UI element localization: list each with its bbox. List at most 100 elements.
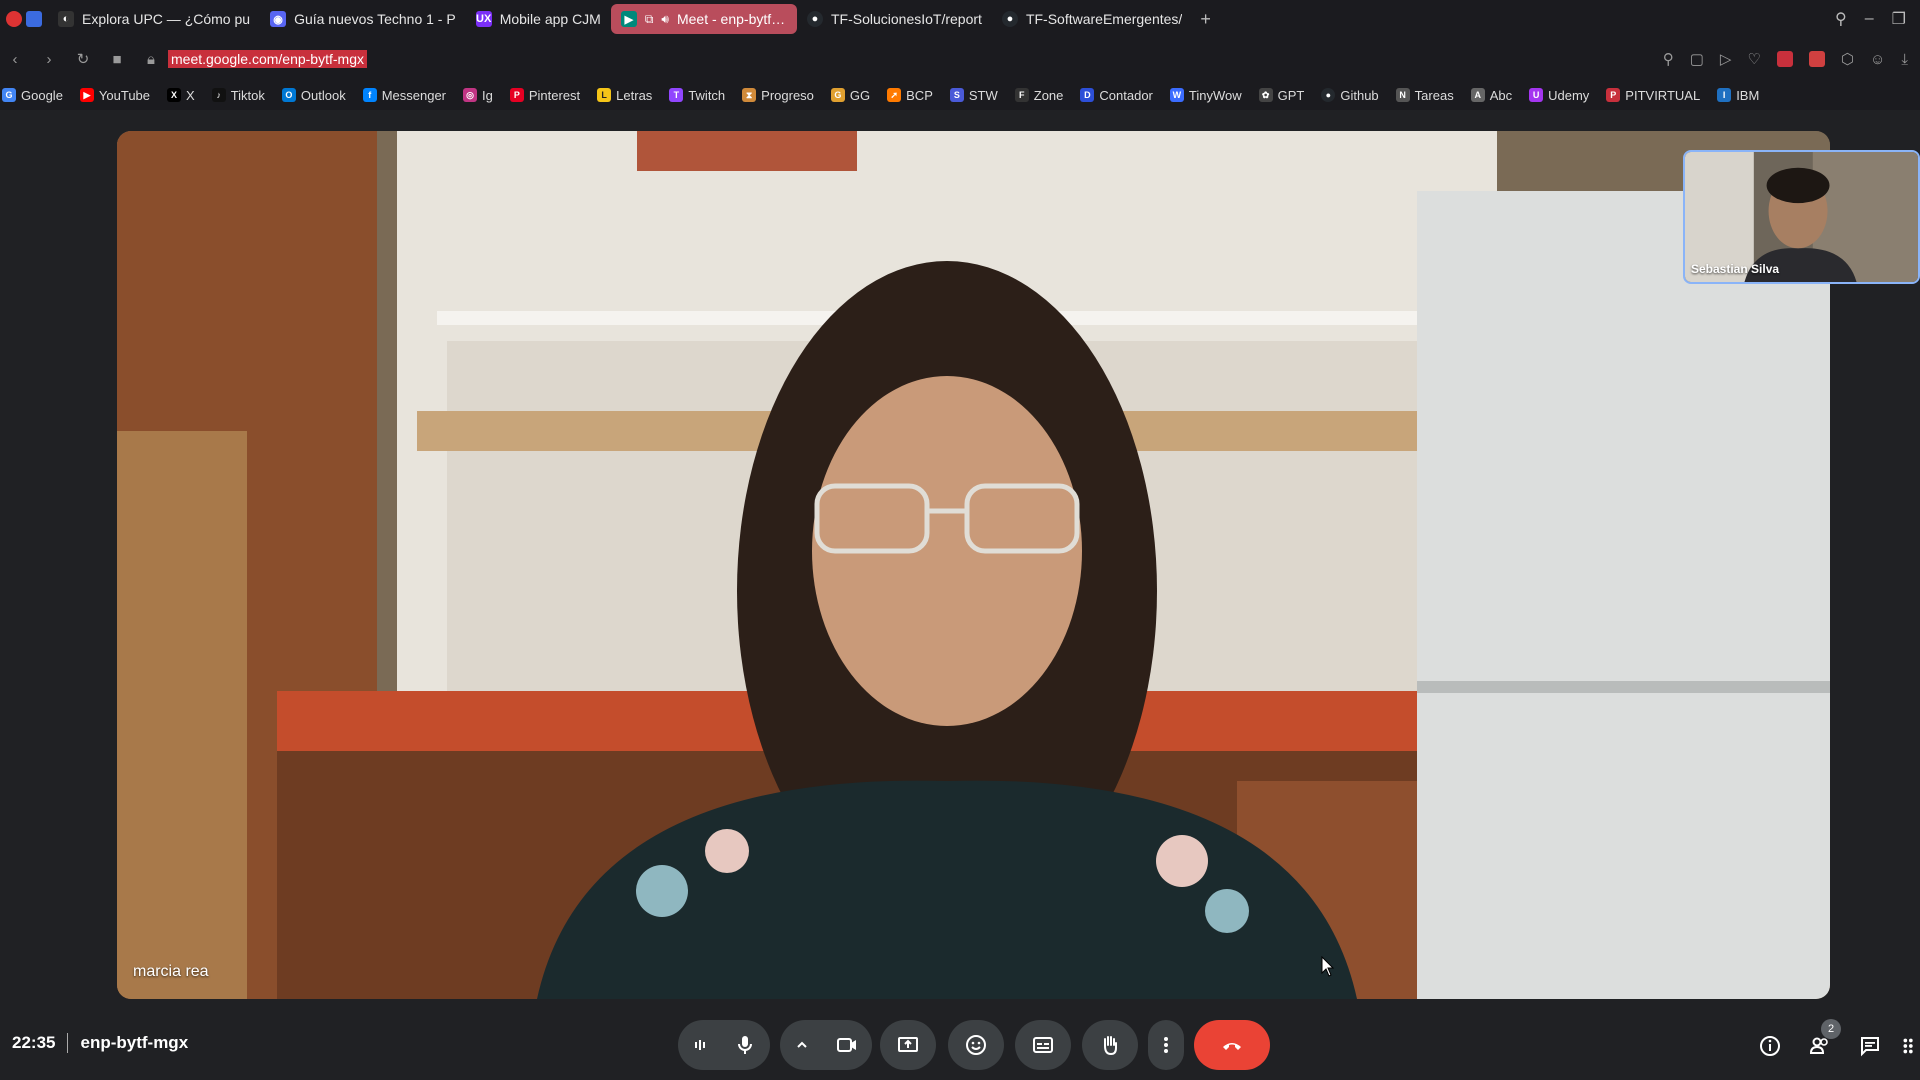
participant-video: [117, 131, 1830, 999]
picture-in-picture-icon[interactable]: ⧉: [645, 12, 654, 27]
captions-button[interactable]: [1015, 1020, 1071, 1070]
browser-app-icon: [6, 11, 22, 27]
bookmark-twitch[interactable]: T Twitch: [669, 88, 725, 103]
twitch-icon: T: [669, 88, 684, 102]
bookmark-ig[interactable]: ◎ Ig: [463, 88, 493, 103]
participant-count-badge: 2: [1821, 1019, 1841, 1039]
browser-tab-bar: ◐ Explora UPC — ¿Cómo pu ◉ Guía nuevos T…: [0, 0, 1920, 38]
phone-hangup-icon: [1223, 1043, 1241, 1050]
speaker-icon[interactable]: 🔊︎: [661, 12, 669, 27]
play-icon[interactable]: ▷: [1720, 50, 1732, 68]
github-icon: ●: [1001, 11, 1018, 27]
leave-call-button[interactable]: [1194, 1020, 1270, 1070]
camera-button[interactable]: [822, 1020, 872, 1070]
bookmark-stw[interactable]: S STW: [949, 88, 998, 103]
reload-icon[interactable]: ↻: [74, 50, 92, 68]
microphone-button[interactable]: [720, 1020, 770, 1070]
bookmarks-bar: G Google ▶ YouTube XX ♪ Tiktok O Outlook f Me…: [0, 80, 1920, 110]
udemy-icon: U: [1529, 88, 1544, 102]
bookmark-letras[interactable]: L Letras: [597, 88, 652, 103]
bookmark-outlook[interactable]: O Outlook: [281, 88, 346, 103]
gg-icon: G: [830, 88, 845, 102]
meeting-info: 22:35 enp-bytf-mgx: [12, 1033, 188, 1053]
outlook-icon: O: [281, 88, 296, 102]
meet-stage: marcia rea Sebastian Silva: [0, 110, 1920, 1005]
apps-grid-icon: [1903, 1038, 1913, 1054]
abc-icon: A: [1470, 88, 1485, 102]
upc-icon: ◐: [58, 11, 74, 27]
bookmark-udemy[interactable]: U Udemy: [1529, 88, 1589, 103]
chevron-up-icon: [797, 1041, 807, 1048]
people-button[interactable]: 2: [1805, 1019, 1841, 1061]
more-options-button[interactable]: [1148, 1020, 1184, 1070]
bookmark-youtube[interactable]: ▶ YouTube: [79, 88, 150, 103]
activities-button[interactable]: [1898, 1031, 1920, 1061]
pitvirtual-icon: P: [1606, 88, 1621, 102]
github-icon: ●: [806, 11, 823, 27]
tab-tf-software[interactable]: ● TF-SoftwareEmergentes/: [992, 4, 1192, 34]
bookmark-gpt[interactable]: ✿ GPT: [1258, 88, 1304, 103]
bookmark-contador[interactable]: D Contador: [1080, 88, 1153, 103]
tab-guia-techno[interactable]: ◉ Guía nuevos Techno 1 - P: [260, 4, 466, 34]
bookmark-abc[interactable]: A Abc: [1470, 88, 1512, 103]
facebook-icon: f: [362, 88, 377, 102]
heart-icon[interactable]: ♡: [1747, 50, 1760, 68]
present-screen-button[interactable]: [880, 1020, 936, 1070]
pinterest-icon: P: [509, 88, 524, 102]
lock-icon[interactable]: 🔒︎: [142, 51, 160, 68]
raise-hand-button[interactable]: [1082, 1020, 1138, 1070]
bookmark-github[interactable]: ● Github: [1321, 88, 1379, 103]
bookmark-pitvirtual[interactable]: P PITVIRTUAL: [1606, 88, 1700, 103]
back-icon[interactable]: ‹: [6, 51, 24, 68]
bookmark-tareas[interactable]: N Tareas: [1395, 88, 1454, 103]
bookmark-bcp[interactable]: ➚ BCP: [887, 88, 933, 103]
bookmark-zone[interactable]: F Zone: [1014, 88, 1063, 103]
url-field[interactable]: meet.google.com/enp-bytf-mgx: [168, 50, 367, 68]
pin-icon[interactable]: ⚲: [1663, 50, 1674, 68]
self-video-tile[interactable]: Sebastian Silva: [1683, 150, 1920, 284]
ux-icon: UX: [475, 11, 492, 27]
instagram-icon: ◎: [463, 88, 478, 102]
tab-mobile-app[interactable]: UX Mobile app CJM: [466, 4, 611, 34]
tab-tf-soluciones[interactable]: ● TF-SolucionesIoT/report: [797, 4, 992, 34]
bookmark-tiktok[interactable]: ♪ Tiktok: [211, 88, 265, 103]
search-icon[interactable]: ⚲: [1835, 9, 1847, 29]
translate-icon[interactable]: [26, 11, 42, 27]
minimize-icon[interactable]: –: [1865, 10, 1874, 28]
meeting-code[interactable]: enp-bytf-mgx: [80, 1033, 188, 1053]
bookmark-pinterest[interactable]: P Pinterest: [509, 88, 580, 103]
bookmark-google[interactable]: G Google: [2, 88, 63, 103]
stw-icon: S: [949, 88, 964, 102]
bookmark-progreso[interactable]: ⧗ Progreso: [742, 88, 814, 103]
self-participant-name: Sebastian Silva: [1691, 262, 1780, 276]
bookmark-gg[interactable]: G GG: [830, 88, 870, 103]
bookmark-ibm[interactable]: I IBM: [1717, 88, 1759, 103]
main-video-tile[interactable]: marcia rea: [117, 131, 1830, 999]
camera-permission-icon[interactable]: ■: [108, 51, 126, 68]
chat-button[interactable]: [1855, 1031, 1885, 1061]
new-tab-button[interactable]: +: [1192, 9, 1219, 30]
download-icon[interactable]: ⤓: [1901, 51, 1908, 68]
divider: [67, 1033, 69, 1053]
meeting-details-button[interactable]: [1755, 1031, 1785, 1061]
audio-level-button[interactable]: [678, 1020, 722, 1070]
tab-explora-upc[interactable]: ◐ Explora UPC — ¿Cómo pu: [48, 4, 260, 34]
more-vert-icon: [1164, 1037, 1168, 1053]
tab-meet[interactable]: ▶ ⧉ 🔊︎ Meet - enp-bytf-m: [610, 4, 797, 34]
bookmark-messenger[interactable]: f Messenger: [362, 88, 446, 103]
reactions-button[interactable]: [948, 1020, 1004, 1070]
extension-red-icon[interactable]: [1776, 51, 1793, 67]
address-bar-actions: ⚲ ▢ ▷ ♡ ⬡ ☺ ⤓: [1663, 50, 1914, 69]
extensions-icon[interactable]: ⬡: [1841, 50, 1854, 68]
meet-toolbar: 22:35 enp-bytf-mgx 2: [0, 1005, 1920, 1080]
restore-icon[interactable]: ❐: [1892, 9, 1906, 29]
profile-icon[interactable]: ☺: [1870, 51, 1885, 68]
snapshot-icon[interactable]: ▢: [1690, 50, 1704, 68]
camera-options-button[interactable]: [780, 1020, 824, 1070]
github-icon: ●: [1321, 88, 1336, 102]
forward-icon[interactable]: ›: [40, 51, 58, 68]
bookmark-tinywow[interactable]: W TinyWow: [1169, 88, 1242, 103]
bookmark-x[interactable]: XX: [167, 88, 195, 103]
tinywow-icon: W: [1169, 88, 1184, 102]
extension-mail-icon[interactable]: [1808, 51, 1825, 67]
